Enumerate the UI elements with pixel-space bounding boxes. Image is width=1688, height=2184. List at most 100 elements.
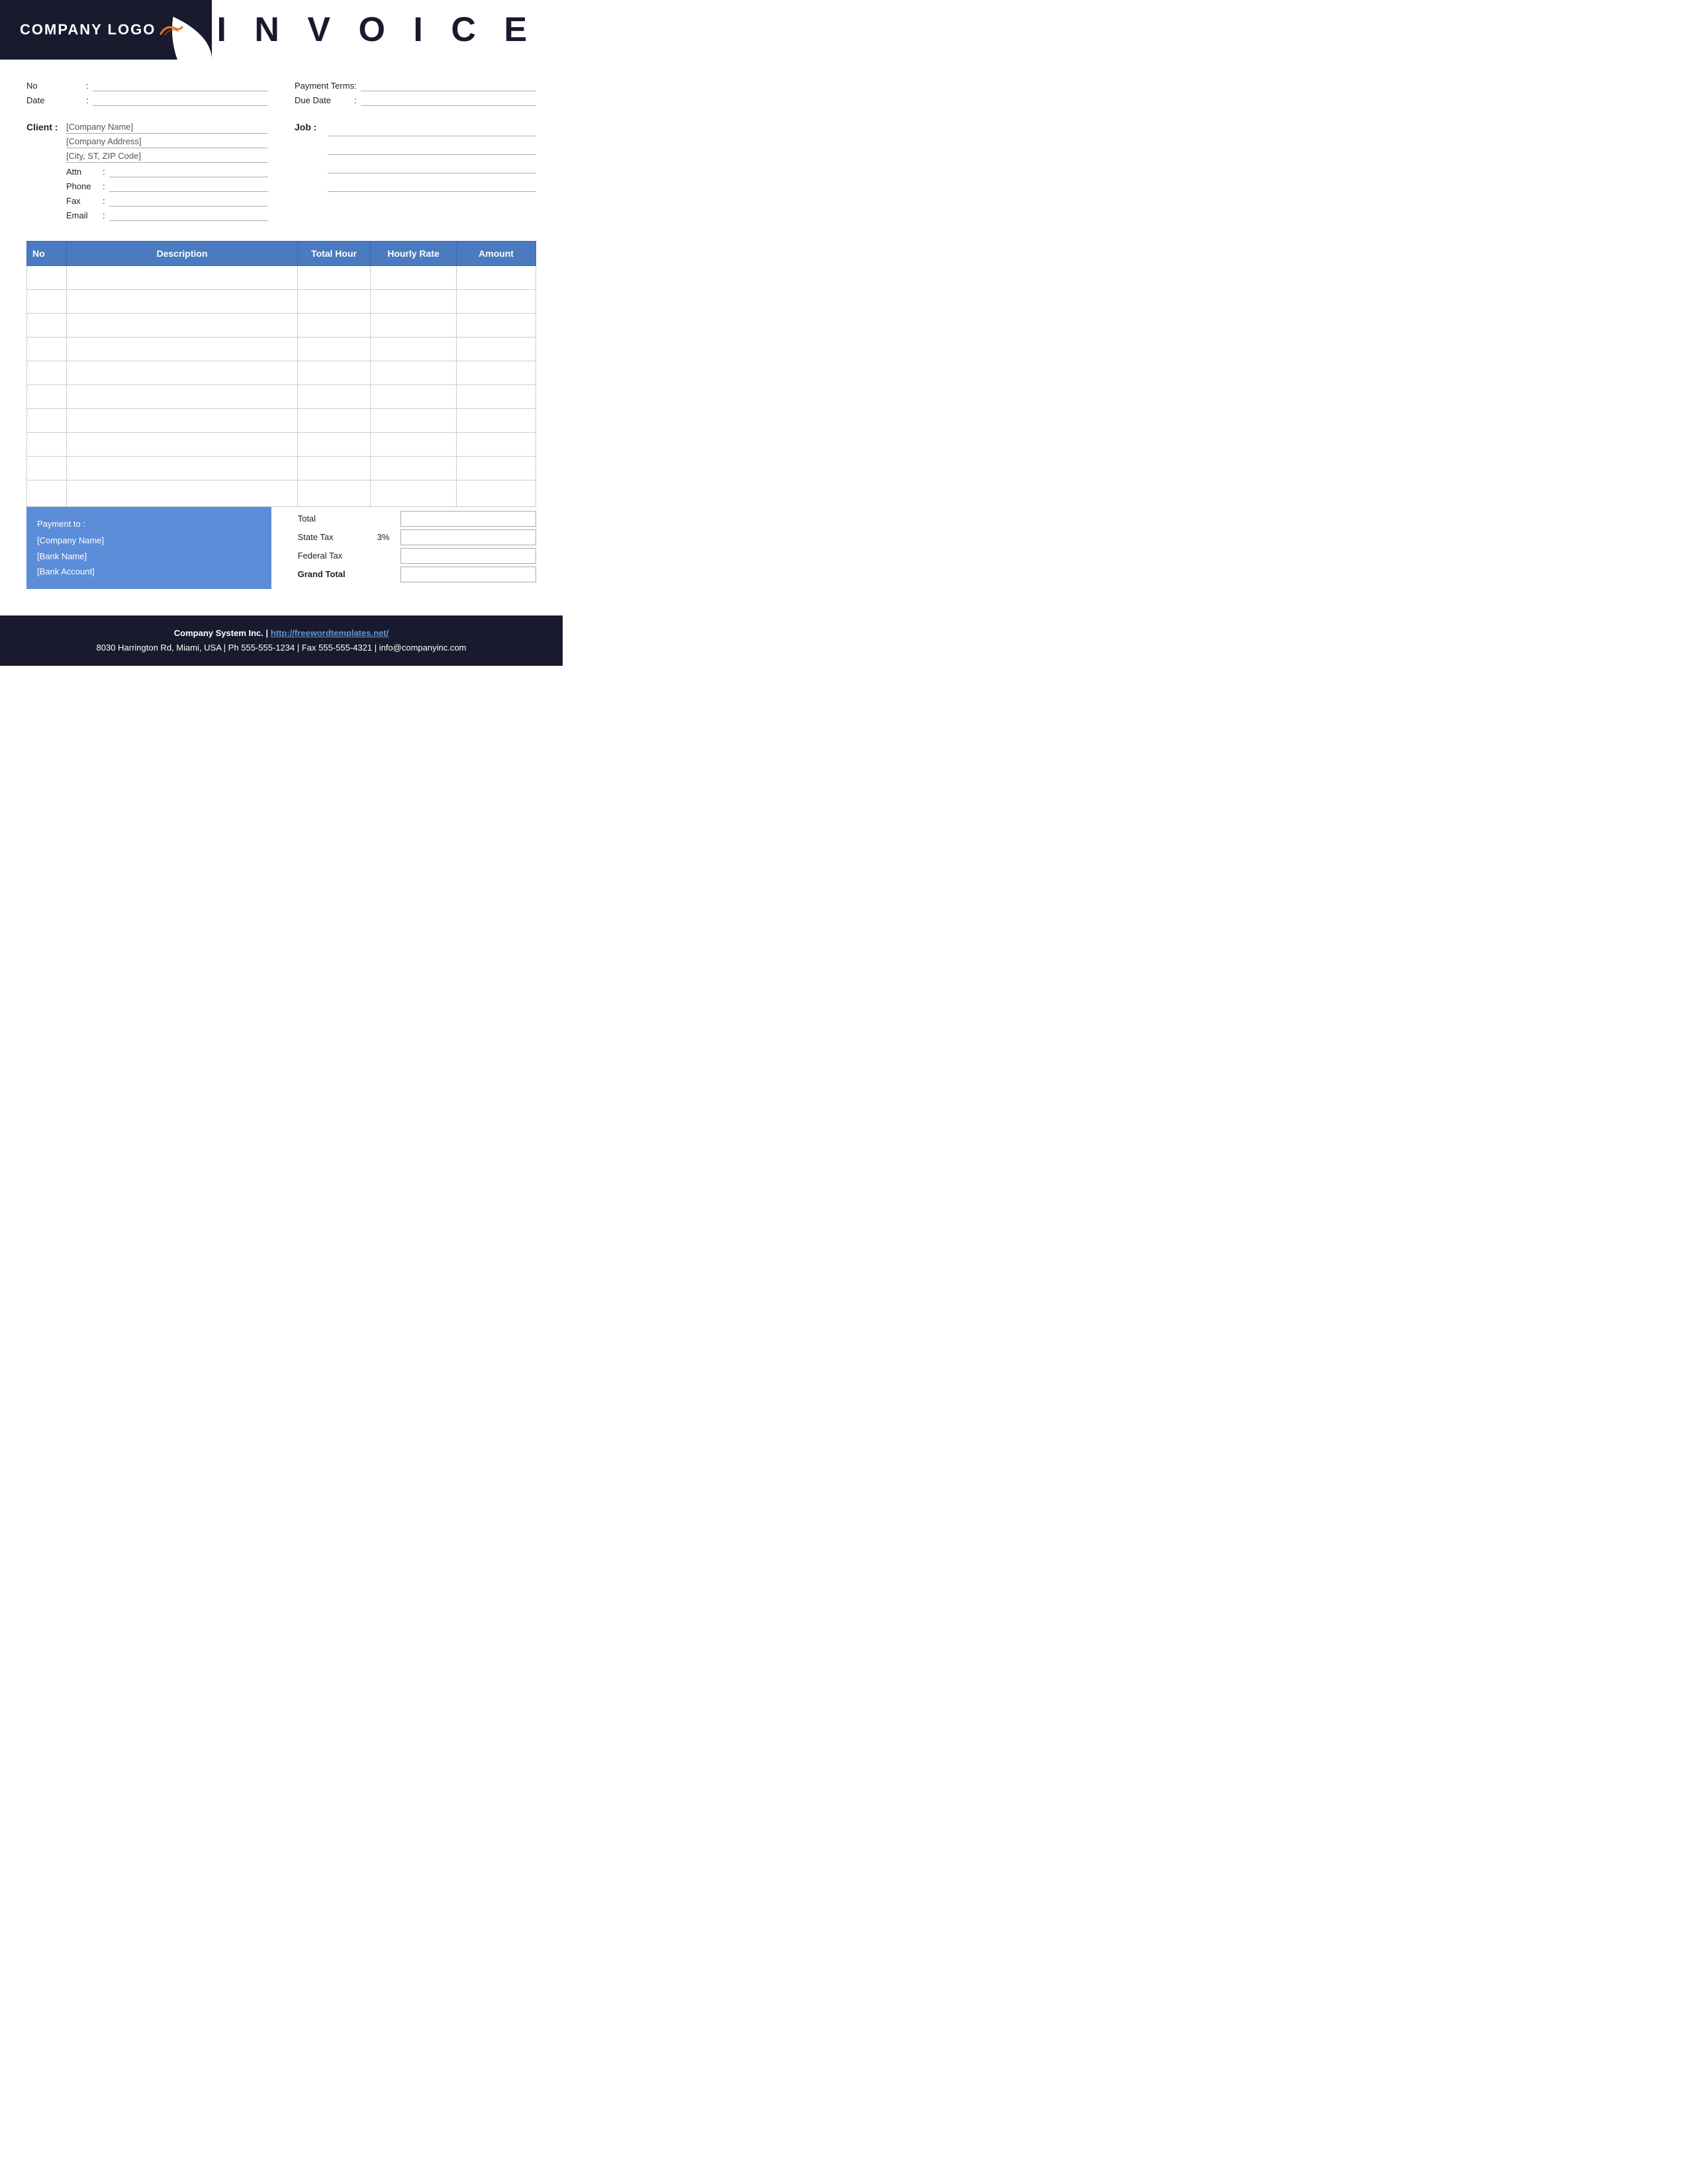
payment-terms-label: Payment Terms: [295, 81, 354, 91]
payment-company: [Company Name]: [37, 533, 261, 548]
col-description: Description: [67, 242, 298, 266]
email-label: Email: [66, 210, 103, 220]
fax-label: Fax: [66, 196, 103, 206]
table-row: [27, 433, 536, 457]
job-header: Job :: [295, 122, 536, 196]
table-row: [27, 385, 536, 409]
table-row: [27, 314, 536, 338]
state-tax-row: State Tax 3%: [298, 529, 536, 545]
footer-separator: |: [266, 628, 271, 638]
attn-colon: :: [103, 167, 105, 177]
no-field[interactable]: [93, 79, 268, 91]
info-section: No : Payment Terms : Date : Due Date :: [0, 60, 563, 115]
footer-address: 8030 Harrington Rd, Miami, USA | Ph 555-…: [13, 641, 549, 655]
footer-url[interactable]: http://freewordtemplates.net/: [271, 628, 389, 638]
bottom-section: Payment to : [Company Name] [Bank Name] …: [0, 507, 563, 589]
table-row: [27, 409, 536, 433]
date-label: Date: [26, 95, 86, 105]
table-row: [27, 266, 536, 290]
job-line-4[interactable]: [328, 177, 536, 192]
table-section: No Description Total Hour Hourly Rate Am…: [0, 241, 563, 507]
logo-icon: [160, 23, 181, 36]
footer: Company System Inc. | http://freewordtem…: [0, 615, 563, 666]
city-zip-value[interactable]: [City, ST, ZIP Code]: [66, 151, 268, 163]
grand-total-label: Grand Total: [298, 569, 377, 579]
client-job-section: Client : [Company Name] [Company Address…: [0, 115, 563, 241]
due-date-label: Due Date: [295, 95, 354, 105]
total-label: Total: [298, 514, 377, 523]
client-label: Client :: [26, 122, 66, 132]
no-row: No : Payment Terms :: [26, 79, 536, 91]
table-row: [27, 457, 536, 480]
payment-title: Payment to :: [37, 516, 261, 531]
company-name-row: [Company Name]: [66, 122, 268, 134]
footer-top: Company System Inc. | http://freewordtem…: [13, 626, 549, 641]
phone-colon: :: [103, 181, 105, 191]
phone-label: Phone: [66, 181, 103, 191]
state-tax-pct: 3%: [377, 532, 400, 542]
phone-field[interactable]: [109, 180, 268, 192]
logo-text: COMPANY LOGO: [20, 21, 156, 38]
state-tax-label: State Tax: [298, 532, 377, 542]
attn-label: Attn: [66, 167, 103, 177]
date-pair: Date :: [26, 94, 268, 106]
federal-tax-field[interactable]: [400, 548, 536, 564]
payment-block: Payment to : [Company Name] [Bank Name] …: [26, 507, 271, 589]
total-field[interactable]: [400, 511, 536, 527]
no-label: No: [26, 81, 86, 91]
company-address-value[interactable]: [Company Address]: [66, 136, 268, 148]
city-zip-row: [City, ST, ZIP Code]: [66, 151, 268, 163]
phone-row: Phone :: [66, 180, 268, 192]
job-line-3[interactable]: [328, 159, 536, 173]
company-name-value[interactable]: [Company Name]: [66, 122, 268, 134]
col-amount: Amount: [457, 242, 536, 266]
no-pair: No :: [26, 79, 268, 91]
federal-tax-row: Federal Tax: [298, 548, 536, 564]
job-label: Job :: [295, 122, 328, 132]
date-field[interactable]: [93, 94, 268, 106]
email-row: Email :: [66, 209, 268, 221]
job-line-2[interactable]: [328, 140, 536, 155]
table-body: [27, 266, 536, 507]
client-header: Client : [Company Name] [Company Address…: [26, 122, 268, 224]
date-row: Date : Due Date :: [26, 94, 536, 106]
payment-terms-pair: Payment Terms :: [295, 79, 536, 91]
fax-row: Fax :: [66, 195, 268, 206]
grand-total-field[interactable]: [400, 567, 536, 582]
state-tax-field[interactable]: [400, 529, 536, 545]
no-colon: :: [86, 81, 89, 91]
email-field[interactable]: [109, 209, 268, 221]
fax-colon: :: [103, 196, 105, 206]
job-lines: [328, 122, 536, 196]
col-total-hour: Total Hour: [298, 242, 371, 266]
invoice-title: I N V O I C E: [217, 10, 537, 50]
due-date-pair: Due Date :: [295, 94, 536, 106]
job-line-1[interactable]: [328, 122, 536, 136]
attn-row: Attn :: [66, 165, 268, 177]
client-fields: [Company Name] [Company Address] [City, …: [66, 122, 268, 224]
logo-section: COMPANY LOGO: [0, 0, 212, 60]
payment-terms-field[interactable]: [361, 79, 536, 91]
payment-bank: [Bank Name]: [37, 549, 261, 564]
payment-account: [Bank Account]: [37, 564, 261, 579]
grand-total-row: Grand Total: [298, 567, 536, 582]
due-date-field[interactable]: [361, 94, 536, 106]
payment-terms-colon: :: [354, 81, 357, 91]
table-row: [27, 361, 536, 385]
col-hourly-rate: Hourly Rate: [371, 242, 457, 266]
attn-field[interactable]: [109, 165, 268, 177]
table-header-row: No Description Total Hour Hourly Rate Am…: [27, 242, 536, 266]
totals-block: Total State Tax 3% Federal Tax Grand Tot…: [271, 507, 536, 589]
date-colon: :: [86, 95, 89, 105]
job-block: Job :: [295, 122, 536, 228]
federal-tax-label: Federal Tax: [298, 551, 377, 561]
email-colon: :: [103, 210, 105, 220]
table-row: [27, 338, 536, 361]
company-address-row: [Company Address]: [66, 136, 268, 148]
table-row: [27, 290, 536, 314]
total-row: Total: [298, 511, 536, 527]
fax-field[interactable]: [109, 195, 268, 206]
page-header: COMPANY LOGO I N V O I C E: [0, 0, 563, 60]
header-right: I N V O I C E: [212, 0, 563, 60]
table-row: [27, 480, 536, 507]
